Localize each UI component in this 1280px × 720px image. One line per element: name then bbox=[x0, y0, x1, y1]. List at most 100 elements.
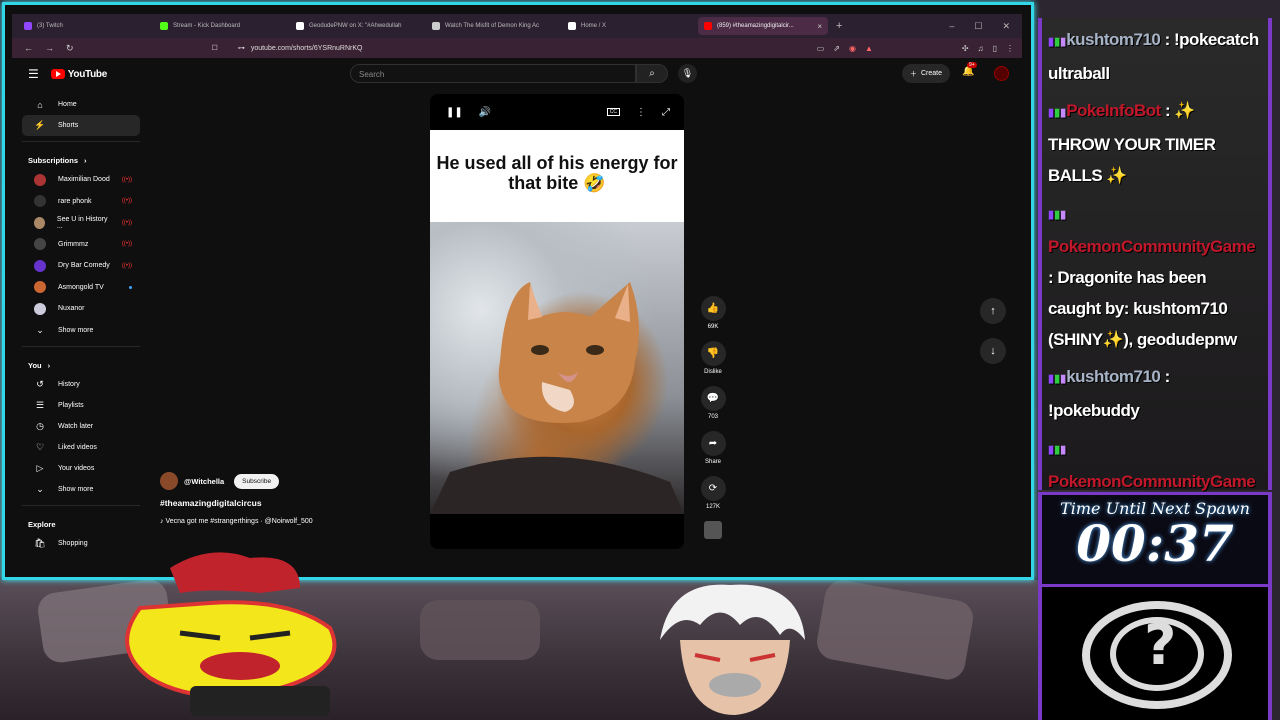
remix-action[interactable]: ⟳ 127K bbox=[692, 476, 734, 510]
channel-avatar bbox=[34, 259, 46, 272]
subscription-item[interactable]: Grimmmz ((•)) bbox=[22, 234, 140, 256]
sidebar-item-home[interactable]: ⌂ Home bbox=[22, 94, 140, 115]
chat-username[interactable]: PokemonCommunityGame bbox=[1048, 472, 1256, 491]
close-tab-icon[interactable]: × bbox=[817, 22, 822, 31]
close-window-icon[interactable]: ✕ bbox=[1002, 21, 1010, 32]
subscribe-button[interactable]: Subscribe bbox=[234, 473, 280, 489]
share-arrow-icon[interactable]: ➦ bbox=[700, 431, 726, 456]
browser-tab[interactable]: (3) Twitch bbox=[18, 17, 148, 35]
chat-message: ▮▮▮ kushtom710 : !pokecatch ultraball bbox=[1042, 18, 1268, 89]
minimize-icon[interactable]: – bbox=[949, 21, 954, 32]
account-avatar[interactable] bbox=[994, 66, 1009, 81]
channel-avatar[interactable] bbox=[160, 472, 178, 490]
comments-action[interactable]: 💬 703 bbox=[692, 386, 734, 420]
thumbs-up-icon[interactable]: 👍 bbox=[700, 296, 726, 321]
subscription-item[interactable]: Dry Bar Comedy ((•)) bbox=[22, 255, 140, 277]
captions-icon[interactable]: CC bbox=[606, 108, 620, 116]
browser-tab[interactable]: Stream - Kick Dashboard bbox=[154, 17, 284, 35]
short-music[interactable]: ♪ Vecna got me #strangerthings · @Noirwo… bbox=[160, 518, 313, 525]
more-options-icon[interactable]: ⋮ bbox=[636, 107, 646, 118]
dislike-action[interactable]: 👎 Dislike bbox=[692, 341, 734, 375]
microphone-icon[interactable]: 🎙 bbox=[678, 64, 697, 83]
share-icon[interactable]: ⇗ bbox=[833, 44, 840, 53]
like-icon: ♡ bbox=[35, 441, 45, 452]
short-title[interactable]: #theamazingdigitalcircus bbox=[160, 498, 313, 508]
volume-icon[interactable]: 🔊 bbox=[479, 107, 491, 118]
browser-tab[interactable]: Watch The Misfit of Demon King Ac bbox=[426, 17, 556, 35]
you-label: You bbox=[28, 360, 42, 370]
subscription-item[interactable]: Nuxanor bbox=[22, 298, 140, 320]
chat-badges-icon: ▮▮▮ bbox=[1048, 444, 1067, 456]
youtube-page: ☰ YouTube Search ⌕ 🎙 ＋ Create 🔔 9+ ⌂ Home ⚡ S… bbox=[16, 58, 1022, 566]
thumbs-down-icon[interactable]: 👎 bbox=[700, 341, 726, 366]
remix-icon[interactable]: ⟳ bbox=[700, 476, 726, 501]
separator bbox=[22, 345, 140, 347]
hamburger-menu-icon[interactable]: ☰ bbox=[28, 67, 39, 81]
browser-tab[interactable]: GeodudePNW on X: "#Ahwedullah bbox=[290, 17, 420, 35]
url-text[interactable]: youtube.com/shorts/6YSRnuRNrKQ bbox=[251, 45, 363, 52]
sidebar-icon[interactable]: ▯ bbox=[993, 44, 997, 53]
previous-short-up-arrow-icon[interactable]: ↑ bbox=[980, 298, 1006, 324]
back-icon[interactable]: ← bbox=[24, 43, 33, 54]
subscription-label: Nuxanor bbox=[58, 305, 85, 313]
sidebar-item-history[interactable]: ↺ History bbox=[22, 374, 140, 395]
separator bbox=[22, 141, 140, 142]
extension-icon[interactable]: ◉ bbox=[849, 44, 856, 53]
search-icon[interactable]: ⌕ bbox=[636, 64, 668, 83]
bookmark-icon[interactable]: ☐ bbox=[212, 44, 218, 52]
share-action[interactable]: ➦ Share bbox=[692, 431, 734, 465]
browser-tab[interactable]: (859) #theamazingdigitalcir... × bbox=[698, 17, 828, 35]
subscriptions-heading[interactable]: Subscriptions › bbox=[16, 147, 146, 169]
sidebar-item-watch-later[interactable]: ◷ Watch later bbox=[22, 416, 140, 437]
anime-character bbox=[660, 584, 805, 715]
short-video-player[interactable]: ❚❚ 🔊 CC ⋮ ⤢ He used all of his energy fo… bbox=[430, 94, 684, 549]
sidebar-item-label: History bbox=[58, 380, 80, 388]
sidebar-item-your-videos[interactable]: ▷ Your videos bbox=[22, 458, 140, 479]
subscription-item[interactable]: rare phonk ((•)) bbox=[22, 191, 140, 213]
browser-tab[interactable]: Home / X bbox=[562, 17, 692, 35]
sound-thumbnail[interactable] bbox=[704, 521, 722, 539]
sidebar-item-liked-videos[interactable]: ♡ Liked videos bbox=[22, 437, 140, 458]
fullscreen-icon[interactable]: ⤢ bbox=[662, 107, 670, 118]
warning-icon[interactable]: ▲ bbox=[865, 44, 873, 53]
media-icon[interactable]: ♫ bbox=[978, 44, 984, 53]
subscription-item[interactable]: Maximilian Dood ((•)) bbox=[22, 169, 140, 191]
chat-username[interactable]: PokeInfoBot bbox=[1066, 101, 1161, 120]
menu-icon[interactable]: ⋮ bbox=[1006, 44, 1014, 53]
new-tab-icon[interactable]: + bbox=[836, 20, 842, 32]
channel-handle[interactable]: @Witchella bbox=[184, 477, 224, 486]
chat-username[interactable]: kushtom710 bbox=[1066, 367, 1161, 386]
tab-label: (859) #theamazingdigitalcir... bbox=[717, 23, 794, 29]
stream-chat-panel: ▮▮▮ kushtom710 : !pokecatch ultraball ▮▮▮… bbox=[1038, 18, 1272, 584]
youtube-logo[interactable]: YouTube bbox=[50, 69, 107, 80]
site-info-icon[interactable]: ⊶ bbox=[238, 44, 245, 52]
home-icon: ⌂ bbox=[37, 99, 43, 110]
chat-username[interactable]: kushtom710 bbox=[1066, 30, 1161, 49]
subscription-label: Asmongold TV bbox=[58, 283, 104, 291]
subscription-item[interactable]: See U in History ... ((•)) bbox=[22, 212, 140, 234]
short-actions: 👍 69K 👎 Dislike 💬 703 ➦ Share ⟳ 127K bbox=[692, 296, 734, 539]
next-short-down-arrow-icon[interactable]: ↓ bbox=[980, 338, 1006, 364]
notifications-bell-icon[interactable]: 🔔 9+ bbox=[962, 62, 977, 77]
puzzle-icon[interactable]: ✣ bbox=[962, 44, 969, 53]
chat-username[interactable]: PokemonCommunityGame bbox=[1048, 237, 1256, 256]
forward-icon[interactable]: → bbox=[45, 43, 54, 54]
like-action[interactable]: 👍 69K bbox=[692, 296, 734, 330]
maximize-icon[interactable]: ☐ bbox=[974, 21, 982, 32]
live-indicator-icon: ((•)) bbox=[121, 241, 132, 248]
show-more-button[interactable]: ⌄ Show more bbox=[22, 320, 140, 341]
sidebar-item-playlists[interactable]: ☰ Playlists bbox=[22, 395, 140, 416]
sidebar-item-shorts[interactable]: ⚡ Shorts bbox=[22, 115, 140, 136]
you-heading[interactable]: You › bbox=[16, 352, 146, 374]
sidebar: ⌂ Home ⚡ Shorts Subscriptions › Maximilian Doo… bbox=[16, 94, 146, 554]
video-icon: ▷ bbox=[36, 462, 44, 473]
pause-icon[interactable]: ❚❚ bbox=[446, 107, 463, 118]
create-button[interactable]: ＋ Create bbox=[902, 64, 951, 83]
screen-icon[interactable]: ▭ bbox=[817, 44, 825, 53]
reload-icon[interactable]: ↻ bbox=[66, 43, 74, 54]
subscription-item[interactable]: Asmongold TV bbox=[22, 277, 140, 299]
show-more-button[interactable]: ⌄ Show more bbox=[22, 479, 140, 500]
search-input[interactable]: Search bbox=[350, 64, 636, 83]
video-caption: He used all of his energy for that bite … bbox=[430, 130, 684, 222]
comment-icon[interactable]: 💬 bbox=[700, 386, 726, 411]
